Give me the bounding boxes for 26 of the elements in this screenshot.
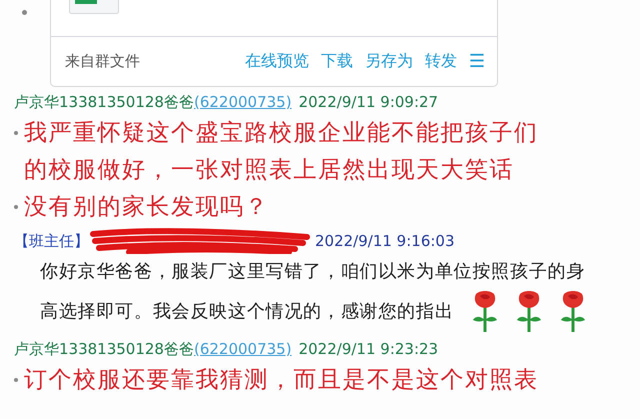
sender-name: 卢京华13381350128爸爸 xyxy=(14,340,194,358)
bullet-dot xyxy=(14,205,18,209)
message-time: 2022/9/11 9:09:27 xyxy=(298,93,438,111)
sender-id-link[interactable]: (622000735) xyxy=(194,93,292,111)
message-text: 高选择即可。我会反映这个情况的，感谢您的指出 xyxy=(40,300,454,324)
rose-icon xyxy=(560,290,586,334)
message-time: 2022/9/11 9:23:23 xyxy=(298,340,438,358)
role-tag: 【班主任】 xyxy=(14,232,89,250)
message-time: 2022/9/11 9:16:03 xyxy=(315,232,455,250)
sender-name: 卢京华13381350128爸爸 xyxy=(14,92,194,112)
bullet-dot xyxy=(14,131,18,135)
message-text: 没有别的家长发现吗？ xyxy=(24,193,269,222)
file-source: 来自群文件 xyxy=(65,52,140,71)
rose-icon xyxy=(516,290,542,334)
message-text: 订个校服还要靠我猜测，而且是不是这个对照表 xyxy=(24,366,538,395)
file-action-link[interactable]: 在线预览 xyxy=(244,51,309,72)
bullet-dot xyxy=(14,378,18,382)
message-text: 你好京华爸爸，服装厂这里写错了，咱们以米为单位按照孩子的身 xyxy=(40,260,586,284)
message-text: 我严重怀疑这个盛宝路校服企业能不能把孩子们的校服做好，一张对照表上居然出现天大笑话 xyxy=(24,119,540,185)
file-action-link[interactable]: 转发 xyxy=(424,51,457,72)
bullet-dot xyxy=(22,10,27,15)
sender-id-link[interactable]: (622000735) xyxy=(194,340,292,358)
file-action-link[interactable]: 另存为 xyxy=(364,51,413,72)
rose-icon xyxy=(472,290,498,334)
menu-icon[interactable]: ☰ xyxy=(468,51,485,72)
file-action-link[interactable]: 下载 xyxy=(320,51,353,72)
